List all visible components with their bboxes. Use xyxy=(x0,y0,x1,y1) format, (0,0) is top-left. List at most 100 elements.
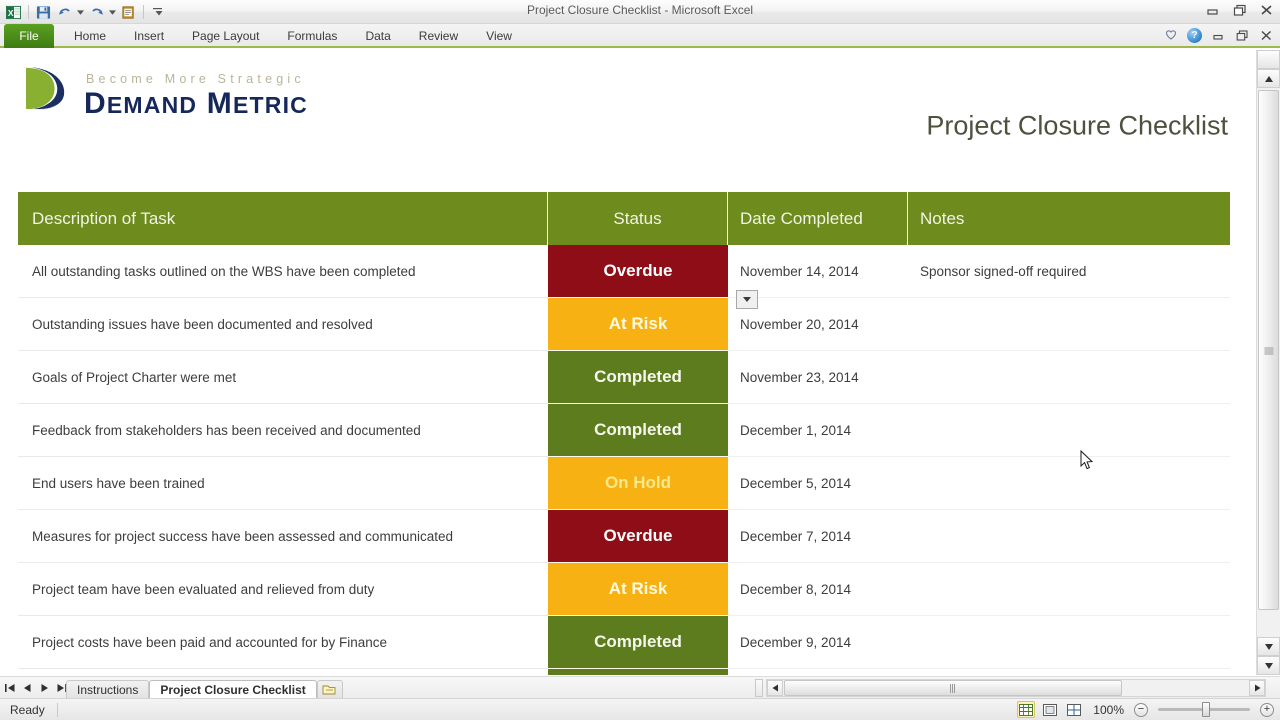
table-row[interactable]: Project team have been evaluated and rel… xyxy=(18,563,1230,616)
table-row[interactable]: Feedback from stakeholders has been rece… xyxy=(18,404,1230,457)
cell-task[interactable]: All outstanding tasks outlined on the WB… xyxy=(18,245,548,298)
cell-notes[interactable] xyxy=(908,563,1230,616)
horizontal-scrollbar[interactable] xyxy=(766,679,1266,711)
cell-status[interactable]: Completed xyxy=(548,616,728,669)
minimize-button[interactable] xyxy=(1204,2,1222,18)
ribbon-options-icon[interactable] xyxy=(1163,27,1179,43)
scroll-left-button[interactable] xyxy=(767,680,783,696)
column-header-status[interactable]: Status xyxy=(548,192,728,245)
cell-date[interactable]: December 7, 2014 xyxy=(728,510,908,563)
insert-worksheet-icon[interactable] xyxy=(316,680,343,699)
tab-home[interactable]: Home xyxy=(60,24,120,48)
cell-date[interactable]: December 1, 2014 xyxy=(728,404,908,457)
scroll-down-button[interactable] xyxy=(1257,637,1280,656)
cell-notes[interactable] xyxy=(908,404,1230,457)
zoom-in-button[interactable]: + xyxy=(1260,702,1274,717)
cell-status[interactable]: On Hold xyxy=(548,457,728,510)
demand-metric-logo: Become More Strategic DEMAND METRIC xyxy=(20,60,420,122)
sheet-tab-project-closure-checklist[interactable]: Project Closure Checklist xyxy=(149,680,317,699)
cell-task[interactable]: Project costs have been paid and account… xyxy=(18,616,548,669)
table-row[interactable]: All outstanding tasks outlined on the WB… xyxy=(18,245,1230,309)
cell-date[interactable]: December 8, 2014 xyxy=(728,563,908,616)
help-icon[interactable]: ? xyxy=(1187,27,1202,43)
tab-data[interactable]: Data xyxy=(351,24,404,48)
zoom-slider[interactable] xyxy=(1158,702,1250,717)
cell-date[interactable]: December 5, 2014 xyxy=(728,457,908,510)
column-header-task[interactable]: Description of Task xyxy=(18,192,548,245)
cell-notes[interactable] xyxy=(908,510,1230,563)
cell-notes[interactable] xyxy=(908,457,1230,510)
status-badge-label: On Hold xyxy=(604,473,672,492)
logo-word-metric-cap: M xyxy=(206,87,233,120)
sheet-tab-bar: Instructions Project Closure Checklist xyxy=(0,676,1280,711)
horizontal-scroll-thumb[interactable] xyxy=(784,680,1122,711)
cell-status[interactable]: At Risk xyxy=(548,298,728,351)
cell-task[interactable]: Measures for project success have been a… xyxy=(18,510,548,563)
normal-view-button[interactable] xyxy=(1017,701,1036,718)
horizontal-split-handle[interactable] xyxy=(755,679,763,697)
vertical-scroll-thumb[interactable] xyxy=(1258,90,1279,610)
logo-tagline: Become More Strategic xyxy=(86,72,305,86)
zoom-level-label[interactable]: 100% xyxy=(1093,703,1124,717)
cell-date[interactable]: November 23, 2014 xyxy=(728,351,908,404)
scroll-page-down-button[interactable] xyxy=(1257,656,1280,675)
tab-review[interactable]: Review xyxy=(405,24,472,48)
page-layout-view-button[interactable] xyxy=(1041,701,1059,718)
column-header-notes[interactable]: Notes xyxy=(908,192,1230,245)
restore-button[interactable] xyxy=(1231,2,1249,18)
next-sheet-button[interactable] xyxy=(36,680,52,696)
cell-notes[interactable]: Sponsor signed-off required xyxy=(908,245,1230,298)
data-validation-dropdown-icon[interactable] xyxy=(736,290,758,309)
scroll-up-button[interactable] xyxy=(1257,69,1280,88)
vertical-scrollbar[interactable] xyxy=(1256,50,1280,675)
previous-sheet-button[interactable] xyxy=(19,680,35,696)
cell-status[interactable]: At Risk xyxy=(548,563,728,616)
cell-date[interactable]: December 9, 2014 xyxy=(728,616,908,669)
cell-task[interactable]: Feedback from stakeholders has been rece… xyxy=(18,404,548,457)
worksheet-area[interactable]: Become More Strategic DEMAND METRIC Proj… xyxy=(0,50,1256,675)
close-workbook-icon[interactable] xyxy=(1258,27,1274,43)
cell-notes[interactable] xyxy=(908,669,1230,675)
sheet-tab-instructions[interactable]: Instructions xyxy=(66,680,150,699)
table-row[interactable]: Outstanding issues have been documented … xyxy=(18,298,1230,351)
cell-notes[interactable] xyxy=(908,298,1230,351)
table-row[interactable]: Goals of Project Charter were met Complet… xyxy=(18,351,1230,404)
cell-date[interactable]: December 10, 2014 xyxy=(728,669,908,675)
page-break-preview-button[interactable] xyxy=(1065,701,1083,718)
cell-status[interactable]: Completed xyxy=(548,669,728,675)
minimize-ribbon-icon[interactable] xyxy=(1210,27,1226,43)
document-header: Become More Strategic DEMAND METRIC Proj… xyxy=(0,50,1256,141)
cell-status[interactable]: Overdue xyxy=(548,510,728,563)
tab-page-layout[interactable]: Page Layout xyxy=(178,24,273,48)
close-button[interactable] xyxy=(1258,2,1276,18)
cell-notes[interactable] xyxy=(908,616,1230,669)
cell-task[interactable]: End users have been trained xyxy=(18,457,548,510)
tab-view[interactable]: View xyxy=(472,24,526,48)
zoom-out-button[interactable]: − xyxy=(1134,702,1148,717)
first-sheet-button[interactable] xyxy=(2,680,18,696)
cell-status[interactable]: Completed xyxy=(548,404,728,457)
tab-insert[interactable]: Insert xyxy=(120,24,178,48)
zoom-slider-thumb[interactable] xyxy=(1202,702,1210,717)
table-row[interactable]: Post-project evaluation completedComplet… xyxy=(18,669,1230,675)
table-row[interactable]: Project costs have been paid and account… xyxy=(18,616,1230,669)
table-row[interactable]: End users have been trained On Hold Decemb… xyxy=(18,457,1230,510)
table-row[interactable]: Measures for project success have been a… xyxy=(18,510,1230,563)
cell-task[interactable]: Goals of Project Charter were met xyxy=(18,351,548,404)
title-bar: X Project Closure Checklist - Microsoft … xyxy=(0,0,1280,24)
scroll-right-button[interactable] xyxy=(1249,680,1265,696)
cell-notes[interactable] xyxy=(908,351,1230,404)
restore-window-icon[interactable] xyxy=(1234,27,1250,43)
logo-wordmark: DEMAND METRIC xyxy=(84,87,308,121)
tab-formulas[interactable]: Formulas xyxy=(273,24,351,48)
cell-task[interactable]: Project team have been evaluated and rel… xyxy=(18,563,548,616)
logo-word-demand-rest: EMAND xyxy=(106,92,198,118)
cell-status[interactable]: Completed xyxy=(548,351,728,404)
split-box-handle[interactable] xyxy=(1257,50,1280,69)
cell-status[interactable]: Overdue xyxy=(548,245,758,309)
cell-task[interactable]: Post-project evaluation completed xyxy=(18,669,548,675)
cell-task[interactable]: Outstanding issues have been documented … xyxy=(18,298,548,351)
column-header-date[interactable]: Date Completed xyxy=(728,192,908,245)
ribbon-right-controls: ? xyxy=(1163,27,1274,43)
tab-file[interactable]: File xyxy=(4,24,54,48)
